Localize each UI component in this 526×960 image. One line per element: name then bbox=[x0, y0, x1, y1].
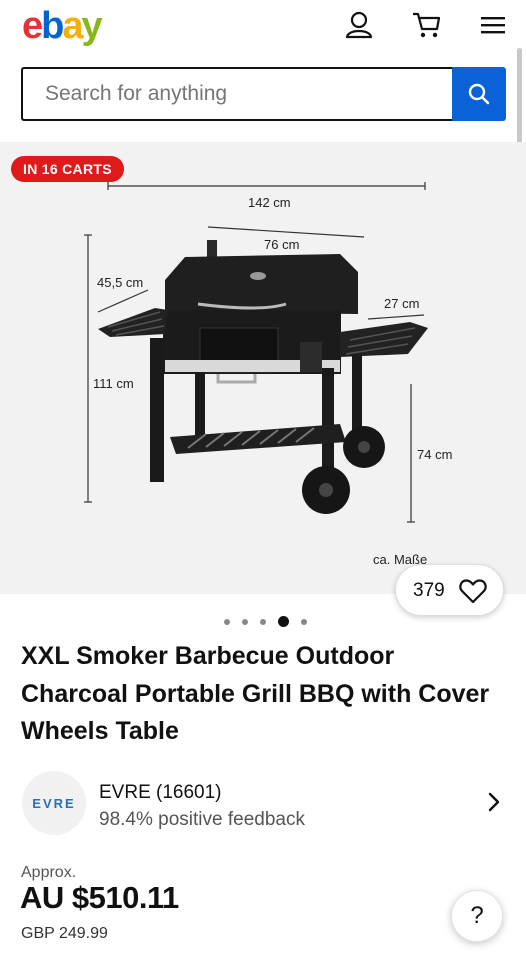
seller-logo-text: EVRE bbox=[32, 795, 76, 811]
watch-button[interactable]: 379 bbox=[395, 564, 504, 616]
search-button[interactable] bbox=[452, 67, 506, 121]
logo-letter-b: b bbox=[41, 5, 64, 47]
dimension-total-width: 142 cm bbox=[248, 195, 291, 210]
gallery-dot-active[interactable] bbox=[278, 616, 289, 627]
ebay-logo[interactable]: ebay bbox=[22, 4, 103, 48]
logo-letter-a: a bbox=[62, 5, 83, 47]
search-bar bbox=[21, 67, 506, 121]
carts-badge: IN 16 CARTS bbox=[11, 156, 124, 182]
dimension-body-width: 76 cm bbox=[264, 237, 300, 252]
menu-icon[interactable] bbox=[478, 10, 508, 40]
price-main: AU $510.11 bbox=[20, 880, 179, 915]
dimension-depth: 45,5 cm bbox=[97, 275, 144, 290]
seller-info-row[interactable]: EVRE EVRE (16601) 98.4% positive feedbac… bbox=[0, 766, 526, 840]
product-image-gallery[interactable]: 142 cm 76 cm 45,5 cm 27 cm 111 cm 74 cm … bbox=[0, 142, 526, 594]
gallery-dot[interactable] bbox=[242, 619, 248, 625]
seller-avatar: EVRE bbox=[22, 771, 86, 835]
dimension-table-depth: 27 cm bbox=[384, 296, 420, 311]
search-input[interactable] bbox=[21, 67, 452, 121]
help-button[interactable]: ? bbox=[451, 890, 503, 942]
heart-icon bbox=[459, 579, 487, 604]
seller-name: EVRE (16601) bbox=[99, 782, 222, 803]
cart-icon[interactable] bbox=[412, 10, 442, 40]
gallery-dot[interactable] bbox=[224, 619, 230, 625]
search-icon bbox=[468, 83, 490, 105]
gallery-pagination bbox=[0, 616, 526, 628]
logo-letter-y: y bbox=[81, 5, 103, 47]
price-original: GBP 249.99 bbox=[21, 925, 108, 942]
header-bar: ebay bbox=[0, 0, 526, 52]
watch-count: 379 bbox=[413, 580, 445, 601]
gallery-dot[interactable] bbox=[260, 619, 266, 625]
dimension-total-height: 111 cm bbox=[93, 376, 134, 391]
account-icon[interactable] bbox=[344, 10, 374, 40]
dimension-table-height: 74 cm bbox=[417, 447, 453, 462]
chevron-right-icon bbox=[488, 792, 500, 812]
gallery-dot[interactable] bbox=[301, 619, 307, 625]
listing-title: XXL Smoker Barbecue Outdoor Charcoal Por… bbox=[21, 642, 490, 745]
seller-feedback: 98.4% positive feedback bbox=[99, 809, 305, 830]
logo-letter-e: e bbox=[22, 5, 43, 47]
